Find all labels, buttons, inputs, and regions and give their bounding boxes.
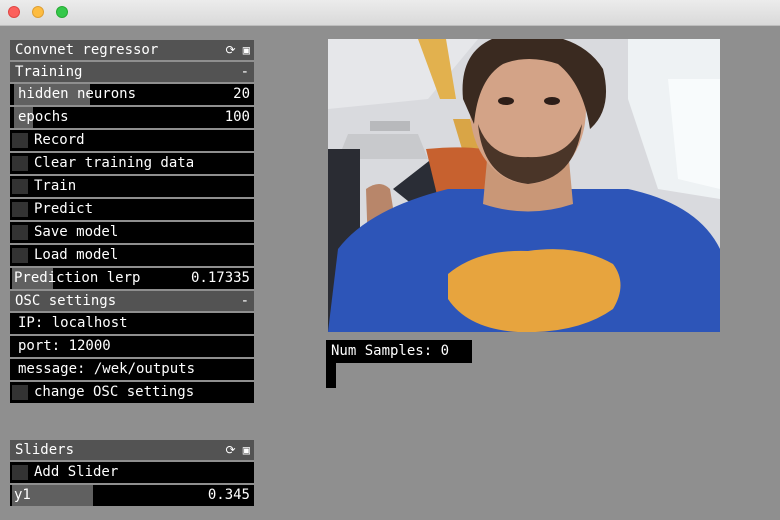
predict-checkbox[interactable] bbox=[12, 202, 28, 217]
convnet-panel-title: Convnet regressor bbox=[15, 42, 159, 58]
clear-training-data-label: Clear training data bbox=[34, 155, 195, 171]
camera-image bbox=[328, 39, 720, 332]
close-window-button[interactable] bbox=[8, 6, 20, 18]
convnet-panel: Convnet regressor ⟳ ▣ Training - hidden … bbox=[10, 40, 254, 405]
y1-slider[interactable]: y1 0.345 bbox=[10, 485, 254, 506]
sliders-panel-header[interactable]: Sliders ⟳ ▣ bbox=[10, 440, 254, 460]
record-label: Record bbox=[34, 132, 85, 148]
osc-ip-field[interactable]: IP: localhost bbox=[10, 313, 254, 334]
change-osc-settings-toggle[interactable]: change OSC settings bbox=[10, 382, 254, 403]
train-checkbox[interactable] bbox=[12, 179, 28, 194]
add-slider-checkbox[interactable] bbox=[12, 465, 28, 480]
collapse-icon[interactable]: - bbox=[241, 62, 249, 82]
osc-section-title: OSC settings bbox=[15, 293, 117, 309]
prediction-lerp-slider[interactable]: Prediction lerp 0.17335 bbox=[10, 268, 254, 289]
sliders-panel-title: Sliders bbox=[15, 442, 75, 458]
camera-feed bbox=[328, 39, 720, 332]
prediction-lerp-label: Prediction lerp bbox=[14, 270, 141, 286]
load-model-label: Load model bbox=[34, 247, 119, 263]
hidden-neurons-slider[interactable]: hidden neurons 20 bbox=[10, 84, 254, 105]
zoom-window-button[interactable] bbox=[56, 6, 68, 18]
convnet-panel-header[interactable]: Convnet regressor ⟳ ▣ bbox=[10, 40, 254, 60]
save-model-checkbox[interactable] bbox=[12, 225, 28, 240]
load-model-checkbox[interactable] bbox=[12, 248, 28, 263]
hidden-neurons-label: hidden neurons bbox=[18, 86, 137, 102]
osc-section-header[interactable]: OSC settings - bbox=[10, 291, 254, 311]
window-titlebar bbox=[0, 0, 780, 26]
collapse-icon[interactable]: - bbox=[241, 291, 249, 311]
change-osc-settings-label: change OSC settings bbox=[34, 384, 195, 400]
change-osc-settings-checkbox[interactable] bbox=[12, 385, 28, 400]
record-toggle[interactable]: Record bbox=[10, 130, 254, 151]
sliders-panel: Sliders ⟳ ▣ Add Slider y1 0.345 bbox=[10, 440, 254, 508]
clear-training-data-toggle[interactable]: Clear training data bbox=[10, 153, 254, 174]
epochs-label: epochs bbox=[18, 109, 69, 125]
num-samples-readout: Num Samples: 0 bbox=[326, 340, 472, 363]
train-label: Train bbox=[34, 178, 77, 194]
prediction-lerp-value: 0.17335 bbox=[190, 270, 250, 286]
save-icon[interactable]: ▣ bbox=[243, 43, 250, 57]
y1-value: 0.345 bbox=[207, 487, 250, 503]
minimize-window-button[interactable] bbox=[32, 6, 44, 18]
reload-icon[interactable]: ⟳ bbox=[225, 43, 235, 57]
reload-icon[interactable]: ⟳ bbox=[225, 443, 235, 457]
save-model-toggle[interactable]: Save model bbox=[10, 222, 254, 243]
hidden-neurons-value: 20 bbox=[233, 86, 250, 102]
record-checkbox[interactable] bbox=[12, 133, 28, 148]
y1-label: y1 bbox=[14, 487, 31, 503]
save-model-label: Save model bbox=[34, 224, 119, 240]
training-section-title: Training bbox=[15, 64, 83, 80]
load-model-toggle[interactable]: Load model bbox=[10, 245, 254, 266]
clear-training-data-checkbox[interactable] bbox=[12, 156, 28, 171]
predict-toggle[interactable]: Predict bbox=[10, 199, 254, 220]
train-toggle[interactable]: Train bbox=[10, 176, 254, 197]
predict-label: Predict bbox=[34, 201, 94, 217]
osc-port-field[interactable]: port: 12000 bbox=[10, 336, 254, 357]
osc-message-field[interactable]: message: /wek/outputs bbox=[10, 359, 254, 380]
add-slider-label: Add Slider bbox=[34, 464, 119, 480]
epochs-value: 100 bbox=[224, 109, 250, 125]
save-icon[interactable]: ▣ bbox=[243, 443, 250, 457]
add-slider-toggle[interactable]: Add Slider bbox=[10, 462, 254, 483]
epochs-slider[interactable]: epochs 100 bbox=[10, 107, 254, 128]
training-section-header[interactable]: Training - bbox=[10, 62, 254, 82]
samples-indicator bbox=[326, 363, 336, 388]
